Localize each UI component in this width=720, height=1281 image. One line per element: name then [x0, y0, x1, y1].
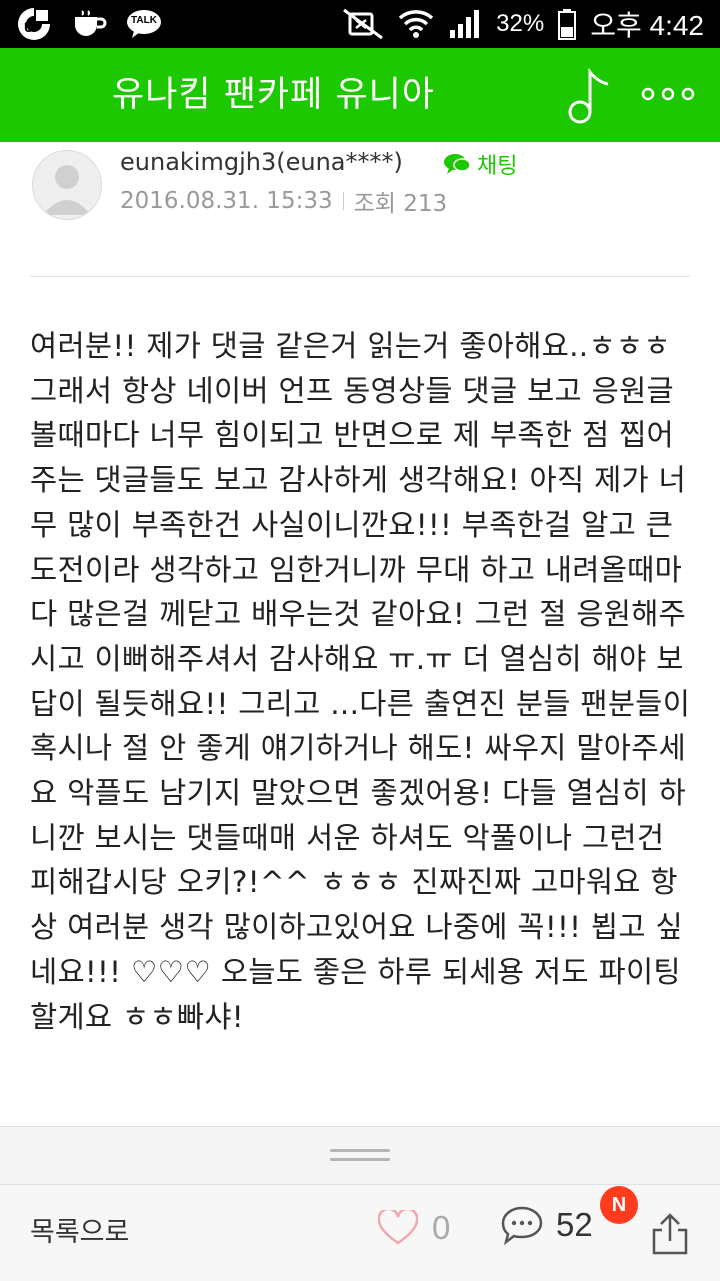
- chat-label: 채팅: [477, 154, 518, 179]
- coffee-icon: [75, 10, 107, 36]
- default-avatar-icon: [43, 165, 91, 215]
- comments-button[interactable]: 52: [500, 1205, 593, 1245]
- meta-divider: [342, 192, 344, 210]
- comment-bubble-icon: [501, 1206, 543, 1245]
- music-note-icon[interactable]: [564, 68, 614, 124]
- post-header: eunakimgjh3(euna****) 채팅 2016.08.31. 15:…: [0, 142, 720, 276]
- drag-handle-bar[interactable]: [0, 1126, 720, 1185]
- like-button[interactable]: 0: [378, 1209, 450, 1247]
- heart-icon: [378, 1210, 418, 1245]
- talk-icon-label: TALK: [131, 15, 157, 26]
- avatar[interactable]: [32, 150, 102, 220]
- back-to-list-button[interactable]: 목록으로: [30, 1185, 129, 1281]
- post-body: 여러분!! 제가 댓글 같은거 읽는거 좋아해요..ㅎㅎㅎ 그래서 항상 네이버…: [30, 329, 691, 1034]
- post-meta: 2016.08.31. 15:33 조회 213: [120, 184, 447, 218]
- cafe-title[interactable]: 유나킴 팬카페 유니아: [112, 48, 435, 142]
- talk-icon: TALK: [126, 9, 162, 39]
- clock: 오후 4:42: [590, 10, 704, 41]
- header-divider: [30, 276, 690, 277]
- view-count: 조회 213: [353, 191, 448, 217]
- battery-percent: 32%: [496, 10, 545, 37]
- app-bar: 유나킴 팬카페 유니아: [0, 48, 720, 142]
- system-icons: 32% 오후 4:42: [342, 6, 704, 42]
- more-icon[interactable]: [640, 76, 696, 112]
- comment-count: 52: [556, 1206, 593, 1243]
- new-comment-badge: N: [600, 1186, 638, 1224]
- post-date: 2016.08.31. 15:33: [120, 188, 333, 214]
- signal-icon: [450, 10, 480, 38]
- like-count: 0: [432, 1209, 451, 1246]
- mute-icon: [343, 8, 384, 40]
- chat-button[interactable]: 채팅: [443, 148, 517, 180]
- svg-text:U: U: [24, 19, 34, 35]
- drag-handle-icon[interactable]: [330, 1149, 390, 1163]
- battery-icon: [558, 9, 577, 40]
- chat-bubble-icon: [444, 154, 471, 174]
- status-bar: U TALK 32% 오후 4:42: [0, 0, 720, 48]
- notification-icons: U TALK: [14, 6, 162, 42]
- author-name[interactable]: eunakimgjh3(euna****): [120, 148, 403, 176]
- u-app-icon: U: [18, 8, 50, 40]
- share-icon[interactable]: [650, 1211, 690, 1257]
- wifi-icon: [398, 10, 434, 38]
